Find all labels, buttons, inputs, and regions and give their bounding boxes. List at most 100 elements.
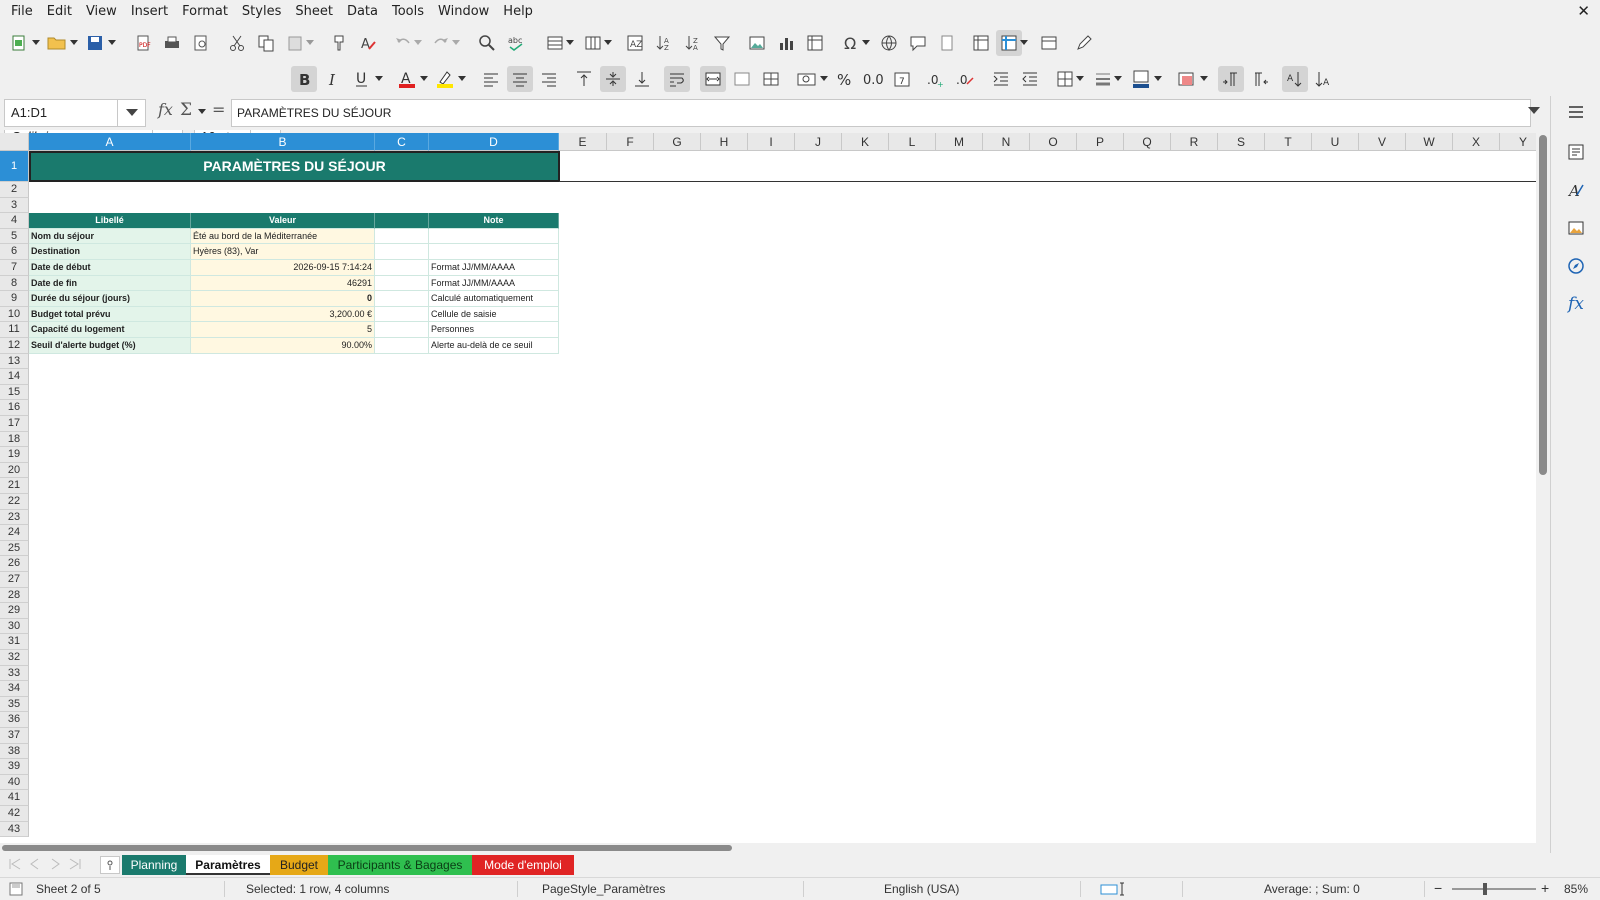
table-row-note[interactable] [429, 244, 559, 260]
decrease-indent-icon[interactable] [1017, 66, 1043, 92]
header-libelle[interactable]: Libellé [29, 213, 191, 229]
sidebar-menu-icon[interactable] [1564, 100, 1588, 124]
row-header-35[interactable]: 35 [0, 696, 29, 713]
add-decimal-icon[interactable]: .0 + [924, 66, 950, 92]
align-right-icon[interactable] [536, 66, 562, 92]
highlight-color-icon[interactable] [432, 66, 458, 92]
row-header-27[interactable]: 27 [0, 572, 29, 588]
new-document-icon[interactable] [6, 30, 32, 56]
row-dropdown-icon[interactable] [566, 30, 574, 56]
column-header-k[interactable]: K [842, 133, 889, 151]
status-page-style[interactable]: PageStyle_Paramètres [542, 882, 665, 896]
percent-format-icon[interactable]: % [831, 66, 857, 92]
save-icon[interactable] [82, 30, 108, 56]
align-top-icon[interactable] [571, 66, 597, 92]
header-note[interactable]: Note [429, 213, 559, 229]
row-header-10[interactable]: 10 [0, 306, 29, 323]
conditional-format-icon[interactable] [1174, 66, 1200, 92]
currency-format-icon[interactable] [794, 66, 820, 92]
first-sheet-icon[interactable] [8, 858, 22, 874]
unmerge-cells-icon[interactable] [758, 66, 784, 92]
table-row-note[interactable] [429, 228, 559, 245]
sort-descending-icon[interactable]: ZA [680, 30, 706, 56]
spelling-icon[interactable]: abc [503, 30, 529, 56]
column-header-i[interactable]: I [748, 133, 795, 151]
column-header-y[interactable]: Y [1500, 133, 1536, 151]
table-row-value[interactable]: 0 [191, 291, 375, 307]
row-header-20[interactable]: 20 [0, 462, 29, 479]
zoom-slider-handle[interactable] [1483, 883, 1487, 895]
special-character-icon[interactable]: Ω [838, 30, 864, 56]
comment-icon[interactable] [905, 30, 931, 56]
menu-data[interactable]: Data [340, 0, 385, 24]
header-empty[interactable] [375, 213, 429, 229]
row-header-19[interactable]: 19 [0, 447, 29, 463]
table-row-value[interactable]: 2026-09-15 7:14:24 [191, 260, 375, 276]
align-left-icon[interactable] [478, 66, 504, 92]
row-header-26[interactable]: 26 [0, 556, 29, 572]
conditional-dropdown-icon[interactable] [1200, 66, 1208, 92]
spreadsheet-grid[interactable]: A B C D E F G H I J K L M N O P Q R S T U V W X Y 1 2 3 4 5 6 7 8 9 10 11 12… [0, 133, 1536, 843]
table-row-note[interactable]: Calculé automatiquement [429, 291, 559, 307]
table-row-empty[interactable] [375, 244, 429, 260]
row-header-24[interactable]: 24 [0, 525, 29, 541]
freeze-rows-columns-icon[interactable] [996, 30, 1022, 56]
freeze-dropdown-icon[interactable] [1020, 30, 1028, 56]
function-wizard-icon[interactable]: fx [158, 100, 173, 119]
sum-icon[interactable]: Σ [180, 100, 192, 120]
row-header-14[interactable]: 14 [0, 369, 29, 385]
row-header-13[interactable]: 13 [0, 353, 29, 370]
menu-file[interactable]: File [4, 0, 40, 24]
tab-participants-bagages[interactable]: Participants & Bagages [328, 855, 472, 875]
hyperlink-icon[interactable] [876, 30, 902, 56]
table-row-label[interactable]: Destination [29, 244, 191, 260]
date-format-icon[interactable]: 7 [889, 66, 915, 92]
table-row-empty[interactable] [375, 306, 429, 323]
column-header-r[interactable]: R [1171, 133, 1218, 151]
row-header-31[interactable]: 31 [0, 634, 29, 650]
row-header-11[interactable]: 11 [0, 322, 29, 338]
right-to-left-icon[interactable] [1247, 66, 1273, 92]
undo-icon[interactable] [390, 30, 416, 56]
row-header-25[interactable]: 25 [0, 540, 29, 557]
table-row-label[interactable]: Nom du séjour [29, 228, 191, 245]
special-character-dropdown-icon[interactable] [862, 30, 870, 56]
font-color-icon[interactable]: A [394, 66, 420, 92]
find-replace-icon[interactable] [474, 30, 500, 56]
horizontal-scrollbar[interactable] [0, 843, 1536, 853]
menu-tools[interactable]: Tools [385, 0, 431, 24]
row-header-1[interactable]: 1 [0, 151, 29, 182]
row-header-6[interactable]: 6 [0, 244, 29, 260]
properties-icon[interactable] [1564, 140, 1588, 164]
open-folder-icon[interactable] [44, 30, 70, 56]
menu-edit[interactable]: Edit [40, 0, 79, 24]
print-icon[interactable] [159, 30, 185, 56]
header-footer-icon[interactable] [934, 30, 960, 56]
new-dropdown-icon[interactable] [32, 30, 40, 56]
expand-formula-bar-icon[interactable] [1528, 104, 1540, 119]
show-draw-functions-icon[interactable] [1071, 30, 1097, 56]
center-vertically-icon[interactable] [600, 66, 626, 92]
column-header-m[interactable]: M [936, 133, 983, 151]
column-header-g[interactable]: G [654, 133, 701, 151]
menu-styles[interactable]: Styles [235, 0, 288, 24]
row-header-29[interactable]: 29 [0, 603, 29, 619]
gallery-icon[interactable] [1564, 216, 1588, 240]
sort-icon[interactable]: AZ [622, 30, 648, 56]
redo-icon[interactable] [428, 30, 454, 56]
insert-chart-icon[interactable] [773, 30, 799, 56]
table-row-label[interactable]: Seuil d'alerte budget (%) [29, 338, 191, 354]
table-row-empty[interactable] [375, 322, 429, 338]
zoom-slider[interactable] [1452, 888, 1536, 890]
menu-sheet[interactable]: Sheet [288, 0, 340, 24]
menu-view[interactable]: View [79, 0, 124, 24]
merge-center-icon[interactable] [700, 66, 726, 92]
table-row-empty[interactable] [375, 291, 429, 307]
redo-dropdown-icon[interactable] [452, 30, 460, 56]
table-row-label[interactable]: Date de début [29, 260, 191, 276]
row-header-37[interactable]: 37 [0, 728, 29, 744]
table-row-value[interactable]: Été au bord de la Méditerranée [191, 228, 375, 245]
bold-icon[interactable]: B [291, 66, 317, 92]
column-icon[interactable] [580, 30, 606, 56]
underline-icon[interactable]: U [349, 66, 375, 92]
